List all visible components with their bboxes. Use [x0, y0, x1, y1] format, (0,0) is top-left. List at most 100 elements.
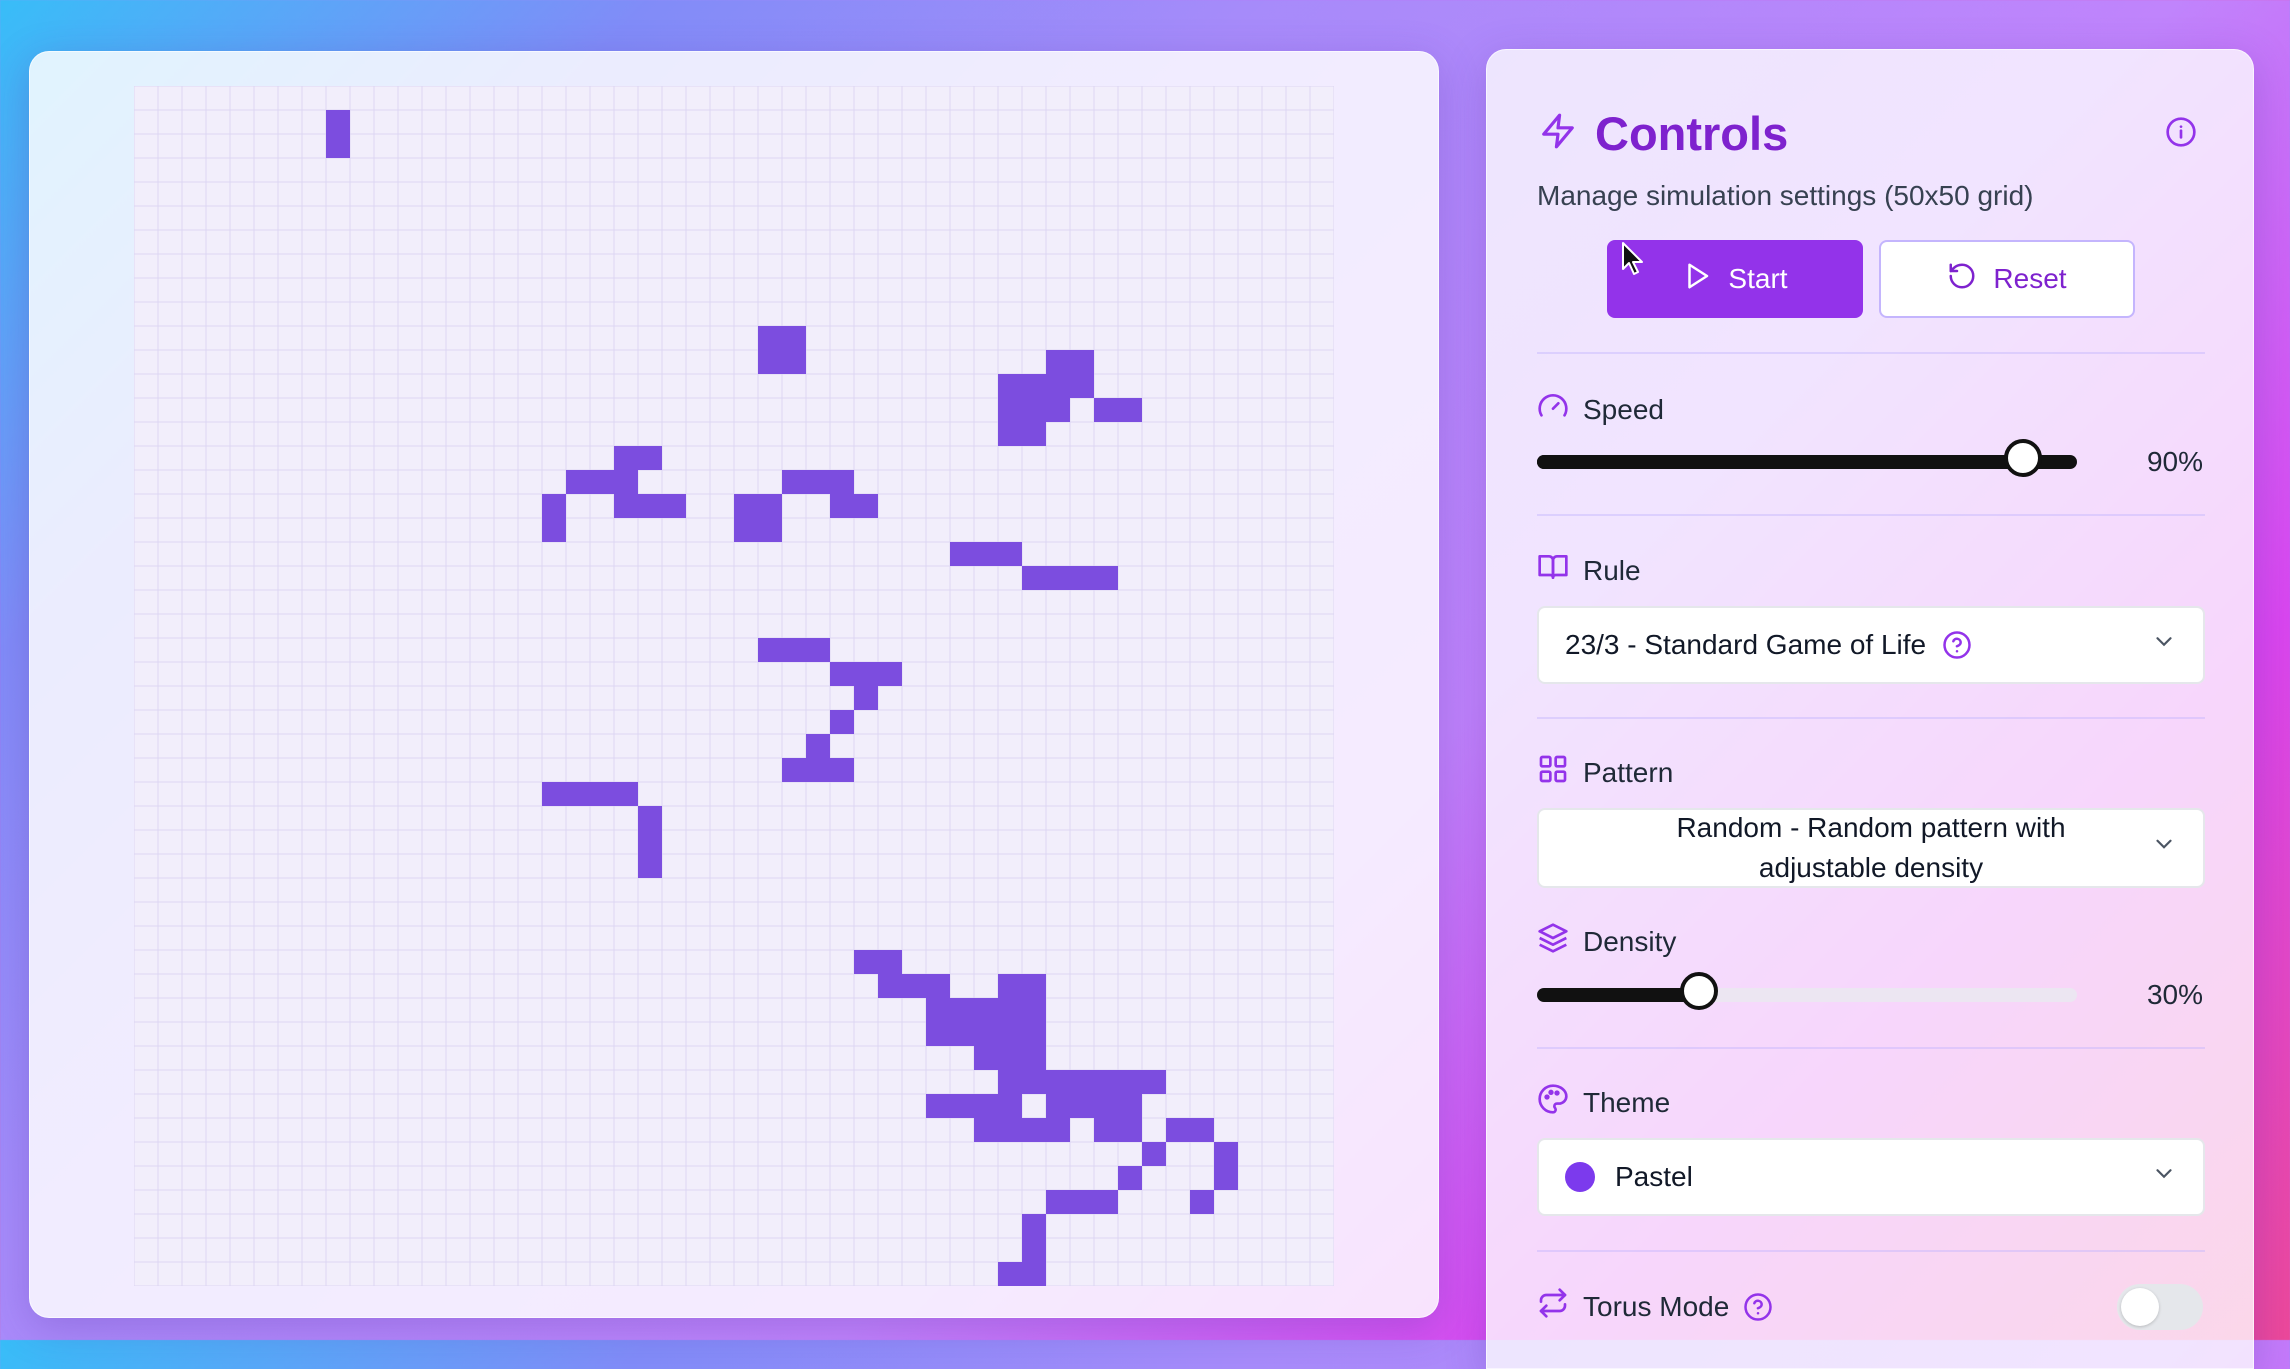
live-cell[interactable]: [542, 518, 566, 542]
live-cell[interactable]: [830, 662, 854, 686]
live-cell[interactable]: [878, 662, 902, 686]
live-cell[interactable]: [782, 326, 806, 350]
density-slider-thumb[interactable]: [1680, 972, 1718, 1010]
live-cell[interactable]: [1070, 374, 1094, 398]
torus-toggle[interactable]: [2117, 1284, 2203, 1330]
live-cell[interactable]: [1094, 398, 1118, 422]
live-cell[interactable]: [1070, 1094, 1094, 1118]
grid-canvas[interactable]: [134, 86, 1334, 1286]
live-cell[interactable]: [830, 494, 854, 518]
live-cell[interactable]: [926, 1022, 950, 1046]
live-cell[interactable]: [1214, 1166, 1238, 1190]
live-cell[interactable]: [782, 350, 806, 374]
live-cell[interactable]: [830, 470, 854, 494]
live-cell[interactable]: [998, 374, 1022, 398]
live-cell[interactable]: [1142, 1142, 1166, 1166]
live-cell[interactable]: [806, 734, 830, 758]
live-cell[interactable]: [638, 854, 662, 878]
live-cell[interactable]: [1022, 566, 1046, 590]
live-cell[interactable]: [1022, 1118, 1046, 1142]
live-cell[interactable]: [1046, 1094, 1070, 1118]
live-cell[interactable]: [326, 110, 350, 134]
live-cell[interactable]: [998, 1070, 1022, 1094]
live-cell[interactable]: [950, 998, 974, 1022]
live-cell[interactable]: [782, 638, 806, 662]
help-icon[interactable]: [1942, 630, 1972, 660]
live-cell[interactable]: [974, 998, 998, 1022]
live-cell[interactable]: [974, 1046, 998, 1070]
live-cell[interactable]: [1022, 974, 1046, 998]
live-cell[interactable]: [1166, 1118, 1190, 1142]
live-cell[interactable]: [878, 974, 902, 998]
live-cell[interactable]: [998, 1046, 1022, 1070]
live-cell[interactable]: [830, 710, 854, 734]
live-cell[interactable]: [1118, 1070, 1142, 1094]
live-cell[interactable]: [902, 974, 926, 998]
live-cell[interactable]: [590, 782, 614, 806]
help-icon[interactable]: [1743, 1292, 1773, 1322]
live-cell[interactable]: [998, 542, 1022, 566]
live-cell[interactable]: [950, 1094, 974, 1118]
live-cell[interactable]: [1046, 1070, 1070, 1094]
live-cell[interactable]: [1094, 1070, 1118, 1094]
live-cell[interactable]: [566, 782, 590, 806]
live-cell[interactable]: [566, 470, 590, 494]
live-cell[interactable]: [806, 638, 830, 662]
live-cell[interactable]: [998, 1094, 1022, 1118]
density-slider[interactable]: [1537, 972, 2077, 1010]
live-cell[interactable]: [1142, 1070, 1166, 1094]
live-cell[interactable]: [974, 1118, 998, 1142]
live-cell[interactable]: [734, 494, 758, 518]
live-cell[interactable]: [998, 422, 1022, 446]
live-cell[interactable]: [758, 638, 782, 662]
live-cell[interactable]: [1022, 1238, 1046, 1262]
live-cell[interactable]: [638, 446, 662, 470]
live-cell[interactable]: [1046, 1190, 1070, 1214]
live-cell[interactable]: [1046, 398, 1070, 422]
live-cell[interactable]: [758, 494, 782, 518]
live-cell[interactable]: [1046, 1118, 1070, 1142]
live-cell[interactable]: [614, 446, 638, 470]
live-cell[interactable]: [806, 470, 830, 494]
live-cell[interactable]: [1214, 1142, 1238, 1166]
live-cell[interactable]: [1022, 1022, 1046, 1046]
reset-button[interactable]: Reset: [1879, 240, 2135, 318]
live-cell[interactable]: [974, 1022, 998, 1046]
live-cell[interactable]: [542, 782, 566, 806]
live-cell[interactable]: [1070, 1070, 1094, 1094]
live-cell[interactable]: [926, 998, 950, 1022]
live-cell[interactable]: [950, 1022, 974, 1046]
live-cell[interactable]: [1070, 566, 1094, 590]
live-cell[interactable]: [1046, 374, 1070, 398]
live-cell[interactable]: [1094, 1094, 1118, 1118]
live-cell[interactable]: [1022, 998, 1046, 1022]
live-cell[interactable]: [1190, 1118, 1214, 1142]
live-cell[interactable]: [854, 686, 878, 710]
live-cell[interactable]: [1022, 374, 1046, 398]
live-cell[interactable]: [998, 1118, 1022, 1142]
live-cell[interactable]: [542, 494, 566, 518]
speed-slider[interactable]: [1537, 439, 2077, 477]
live-cell[interactable]: [806, 758, 830, 782]
live-cell[interactable]: [1022, 1262, 1046, 1286]
live-cell[interactable]: [590, 470, 614, 494]
live-cell[interactable]: [1070, 1190, 1094, 1214]
speed-slider-thumb[interactable]: [2004, 439, 2042, 477]
live-cell[interactable]: [1118, 1094, 1142, 1118]
theme-select[interactable]: Pastel: [1537, 1138, 2205, 1216]
live-cell[interactable]: [1022, 1070, 1046, 1094]
live-cell[interactable]: [614, 470, 638, 494]
live-cell[interactable]: [1070, 350, 1094, 374]
live-cell[interactable]: [998, 974, 1022, 998]
live-cell[interactable]: [758, 326, 782, 350]
live-cell[interactable]: [998, 998, 1022, 1022]
live-cell[interactable]: [1094, 1118, 1118, 1142]
live-cell[interactable]: [638, 830, 662, 854]
live-cell[interactable]: [614, 782, 638, 806]
live-cell[interactable]: [830, 758, 854, 782]
live-cell[interactable]: [998, 398, 1022, 422]
live-cell[interactable]: [1022, 422, 1046, 446]
info-button[interactable]: [2161, 114, 2201, 154]
live-cell[interactable]: [854, 494, 878, 518]
live-cell[interactable]: [998, 1022, 1022, 1046]
